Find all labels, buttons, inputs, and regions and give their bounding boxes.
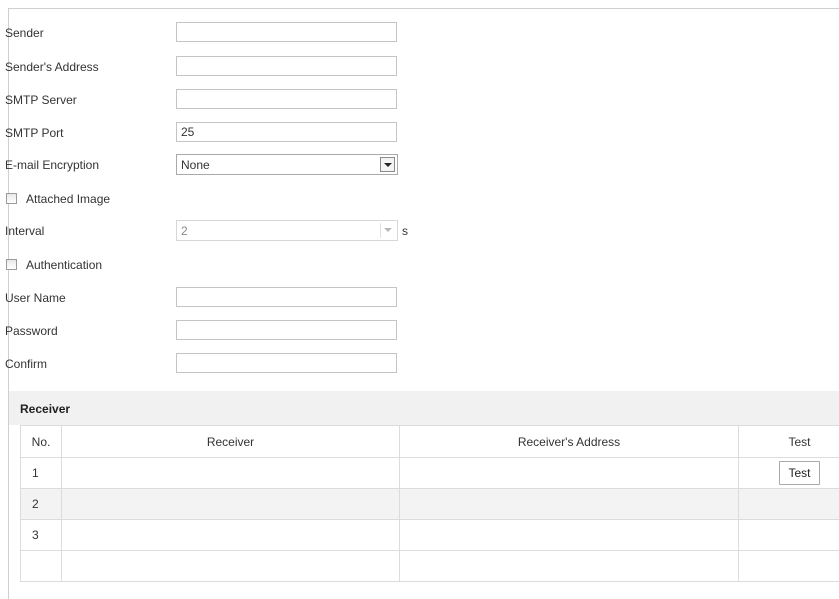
test-cell — [739, 520, 839, 551]
sender-address-input[interactable] — [176, 56, 397, 76]
email-encryption-row: E-mail Encryption None — [5, 153, 605, 177]
table-row: 2 — [21, 489, 839, 520]
receiver-address-cell[interactable] — [400, 458, 739, 489]
chevron-down-icon[interactable] — [380, 157, 395, 172]
sender-input[interactable] — [176, 22, 397, 42]
attached-image-label: Attached Image — [26, 192, 110, 206]
confirm-input[interactable] — [176, 353, 397, 373]
interval-row: Interval 2 s — [5, 219, 605, 243]
column-header-address: Receiver's Address — [400, 426, 739, 458]
receiver-address-cell[interactable] — [400, 489, 739, 520]
smtp-server-input[interactable] — [176, 89, 397, 109]
table-row: 3 — [21, 520, 839, 551]
interval-label: Interval — [5, 224, 44, 238]
row-number — [21, 551, 62, 582]
interval-value: 2 — [181, 224, 188, 238]
column-header-receiver: Receiver — [62, 426, 400, 458]
test-cell — [739, 489, 839, 520]
test-cell — [739, 551, 839, 582]
receiver-section-title: Receiver — [20, 402, 70, 416]
email-encryption-value: None — [181, 158, 210, 172]
interval-unit: s — [402, 224, 408, 238]
email-encryption-select[interactable]: None — [176, 154, 398, 175]
receiver-cell[interactable] — [62, 489, 400, 520]
password-row: Password — [5, 319, 605, 343]
smtp-server-row: SMTP Server — [5, 88, 605, 112]
sender-address-label: Sender's Address — [5, 60, 99, 74]
receiver-section-header: Receiver — [9, 391, 839, 425]
sender-label: Sender — [5, 26, 44, 40]
receiver-cell[interactable] — [62, 551, 400, 582]
column-header-no: No. — [21, 426, 62, 458]
attached-image-checkbox[interactable] — [6, 193, 17, 204]
interval-select[interactable]: 2 — [176, 220, 398, 241]
confirm-row: Confirm — [5, 352, 605, 376]
receiver-table: No. Receiver Receiver's Address Test 1 T… — [20, 425, 839, 582]
authentication-row: Authentication — [5, 253, 605, 277]
table-row: 1 Test — [21, 458, 839, 489]
row-number: 1 — [21, 458, 62, 489]
smtp-port-label: SMTP Port — [5, 126, 63, 140]
row-number: 3 — [21, 520, 62, 551]
authentication-label: Authentication — [26, 258, 102, 272]
password-label: Password — [5, 324, 58, 338]
receiver-address-cell[interactable] — [400, 551, 739, 582]
test-cell: Test — [739, 458, 839, 489]
row-number: 2 — [21, 489, 62, 520]
password-input[interactable] — [176, 320, 397, 340]
smtp-server-label: SMTP Server — [5, 93, 77, 107]
column-header-test: Test — [739, 426, 839, 458]
smtp-port-input[interactable] — [176, 122, 397, 142]
attached-image-row: Attached Image — [5, 187, 605, 211]
chevron-down-icon[interactable] — [380, 223, 395, 238]
sender-row: Sender — [5, 21, 605, 45]
test-button[interactable]: Test — [779, 461, 819, 485]
user-name-label: User Name — [5, 291, 66, 305]
receiver-table-header: No. Receiver Receiver's Address Test — [21, 426, 839, 458]
table-row — [21, 551, 839, 582]
receiver-address-cell[interactable] — [400, 520, 739, 551]
user-name-input[interactable] — [176, 287, 397, 307]
confirm-label: Confirm — [5, 357, 47, 371]
receiver-cell[interactable] — [62, 520, 400, 551]
sender-address-row: Sender's Address — [5, 55, 605, 79]
authentication-checkbox[interactable] — [6, 259, 17, 270]
email-encryption-label: E-mail Encryption — [5, 158, 99, 172]
smtp-port-row: SMTP Port — [5, 121, 605, 145]
user-name-row: User Name — [5, 286, 605, 310]
receiver-cell[interactable] — [62, 458, 400, 489]
